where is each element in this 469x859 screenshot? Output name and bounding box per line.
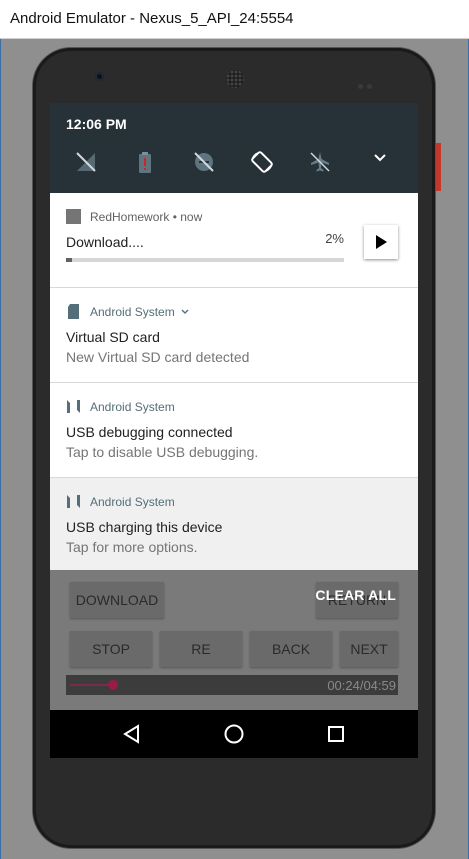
back-button[interactable]: BACK — [250, 631, 332, 667]
notification-app-name: Android System — [90, 399, 175, 414]
play-button[interactable] — [364, 225, 398, 259]
notification-time: now — [180, 209, 203, 224]
notification-usb-debugging[interactable]: Android System USB debugging connected T… — [50, 383, 418, 478]
clear-all-button[interactable]: CLEAR ALL — [315, 587, 396, 603]
battery-alert-icon[interactable] — [133, 150, 157, 174]
notification-app-name: RedHomework — [90, 209, 170, 224]
notification-app-name: Android System — [90, 494, 175, 509]
notification-app-name: Android System — [90, 304, 175, 319]
chevron-down-icon[interactable] — [372, 150, 388, 166]
auto-rotate-icon[interactable] — [250, 150, 274, 174]
notification-virtual-sd[interactable]: Android System Virtual SD card New Virtu… — [50, 288, 418, 383]
airplane-mode-icon[interactable] — [308, 150, 332, 174]
notification-header: Android System — [66, 304, 190, 319]
progress-percent: 2% — [325, 231, 344, 246]
device-screen: DOWNLOAD RETURN STOP RE BACK NEXT 00:24/… — [50, 103, 418, 758]
window-titlebar: Android Emulator - Nexus_5_API_24:5554 — [0, 0, 469, 39]
power-button[interactable] — [436, 143, 441, 191]
sensor-dots — [358, 76, 378, 89]
do-not-disturb-off-icon[interactable] — [192, 150, 216, 174]
playback-time: 00:24/04:59 — [327, 678, 396, 693]
notification-header: RedHomework • now — [66, 209, 202, 224]
window-title: Android Emulator - Nexus_5_API_24:5554 — [10, 10, 294, 27]
status-clock: 12:06 PM — [66, 116, 127, 132]
back-triangle-icon[interactable] — [120, 722, 144, 746]
notification-title: Virtual SD card — [66, 329, 160, 345]
notification-header: Android System — [66, 494, 175, 509]
android-n-icon — [67, 400, 80, 413]
notification-title: USB debugging connected — [66, 424, 233, 440]
signal-off-icon[interactable] — [74, 150, 98, 174]
notification-header: Android System — [66, 399, 175, 414]
recents-square-icon[interactable] — [324, 722, 348, 746]
navigation-bar — [50, 710, 418, 758]
notification-title: USB charging this device — [66, 519, 223, 535]
home-circle-icon[interactable] — [222, 722, 246, 746]
download-progress-track — [66, 258, 344, 262]
notification-text: Tap to disable USB debugging. — [66, 444, 259, 460]
android-n-icon — [67, 495, 80, 508]
front-camera-icon — [95, 72, 104, 81]
expand-arrow-icon[interactable] — [180, 307, 190, 317]
quick-settings-panel: 12:06 PM — [50, 103, 418, 193]
notification-text: New Virtual SD card detected — [66, 349, 250, 365]
re-button[interactable]: RE — [160, 631, 242, 667]
notification-download[interactable]: RedHomework • now Download.... 2% — [50, 193, 418, 288]
app-square-icon — [66, 209, 81, 224]
seek-thumb[interactable] — [108, 680, 118, 690]
sd-card-icon — [68, 304, 79, 319]
notification-usb-charging[interactable]: Android System USB charging this device … — [50, 478, 418, 570]
next-button[interactable]: NEXT — [340, 631, 398, 667]
notification-text: Tap for more options. — [66, 539, 198, 555]
stop-button[interactable]: STOP — [70, 631, 152, 667]
play-icon — [376, 235, 387, 249]
speaker-grille-icon — [226, 70, 244, 88]
download-button[interactable]: DOWNLOAD — [70, 582, 164, 618]
download-progress-fill — [66, 258, 72, 262]
notification-title: Download.... — [66, 234, 144, 250]
